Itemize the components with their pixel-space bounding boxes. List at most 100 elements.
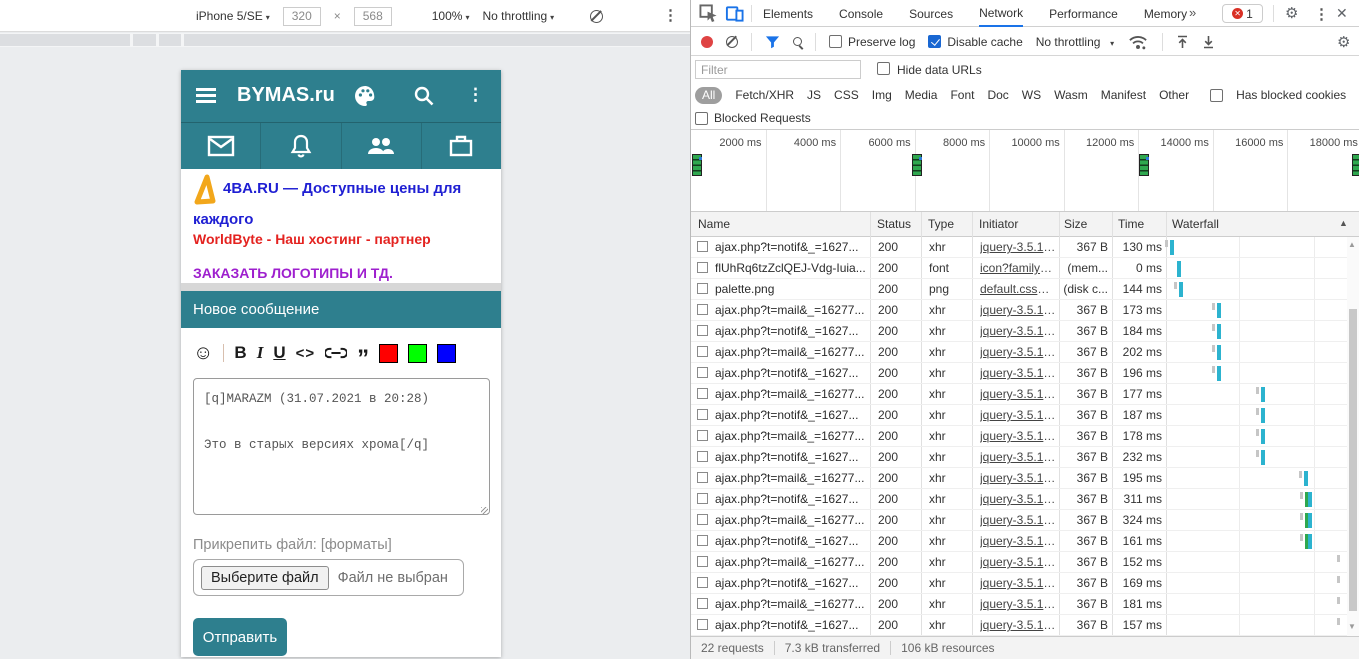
col-waterfall[interactable]: Waterfall: [1172, 217, 1219, 231]
request-name[interactable]: ajax.php?t=notif&_=1627...: [715, 408, 867, 422]
table-row[interactable]: ajax.php?t=notif&_=1627...200xhrjquery-3…: [691, 573, 1347, 594]
row-checkbox[interactable]: [697, 346, 708, 357]
col-time[interactable]: Time: [1118, 217, 1144, 231]
request-initiator-link[interactable]: jquery-3.5.1....: [980, 366, 1056, 380]
filter-pill-doc[interactable]: Doc: [987, 88, 1008, 102]
message-textarea[interactable]: [q]MARAZM (31.07.2021 в 20:28) Это в ста…: [193, 378, 490, 515]
code-button[interactable]: <>: [296, 345, 316, 362]
request-initiator-link[interactable]: jquery-3.5.1....: [980, 303, 1056, 317]
network-overview-timeline[interactable]: 2000 ms4000 ms6000 ms8000 ms10000 ms1200…: [691, 129, 1359, 212]
row-checkbox[interactable]: [697, 304, 708, 315]
row-checkbox[interactable]: [697, 493, 708, 504]
row-checkbox[interactable]: [697, 262, 708, 273]
export-har-icon[interactable]: [1202, 35, 1215, 49]
row-checkbox[interactable]: [697, 241, 708, 252]
table-row[interactable]: ajax.php?t=notif&_=1627...200xhrjquery-3…: [691, 531, 1347, 552]
col-type[interactable]: Type: [928, 217, 954, 231]
request-name[interactable]: ajax.php?t=mail&_=16277...: [715, 387, 867, 401]
menu-icon[interactable]: [196, 88, 216, 104]
device-toolbar-menu-icon[interactable]: ⋮: [663, 6, 678, 24]
ad-order-line[interactable]: ЗАКАЗАТЬ ЛОГОТИПЫ И ТД.: [193, 265, 393, 281]
scroll-up-icon[interactable]: ▲: [1348, 240, 1356, 249]
row-checkbox[interactable]: [697, 388, 708, 399]
request-name[interactable]: flUhRq6tzZclQEJ-Vdg-Iuia...: [715, 261, 867, 275]
preserve-log-checkbox[interactable]: [829, 35, 842, 48]
device-select[interactable]: iPhone 5/SE▾: [196, 9, 270, 23]
disable-cache-checkbox[interactable]: [928, 35, 941, 48]
table-row[interactable]: ajax.php?t=mail&_=16277...200xhrjquery-3…: [691, 342, 1347, 363]
col-name[interactable]: Name: [698, 217, 730, 231]
inspect-icon[interactable]: [699, 4, 718, 23]
blue-color-button[interactable]: [437, 344, 456, 363]
request-name[interactable]: ajax.php?t=mail&_=16277...: [715, 303, 867, 317]
request-name[interactable]: palette.png: [715, 282, 867, 296]
tab-performance[interactable]: Performance: [1049, 0, 1118, 27]
table-row[interactable]: ajax.php?t=mail&_=16277...200xhrjquery-3…: [691, 510, 1347, 531]
ad-block[interactable]: 4BA.RU — Доступные цены для каждого Worl…: [181, 169, 501, 283]
scrollbar-thumb[interactable]: [1349, 309, 1357, 611]
red-color-button[interactable]: [379, 344, 398, 363]
device-toolbar-icon[interactable]: [725, 4, 744, 23]
italic-button[interactable]: I: [257, 343, 264, 363]
request-name[interactable]: ajax.php?t=notif&_=1627...: [715, 450, 867, 464]
send-button[interactable]: Отправить: [193, 618, 287, 656]
request-initiator-link[interactable]: jquery-3.5.1....: [980, 345, 1056, 359]
smiley-icon[interactable]: ☺: [193, 343, 213, 363]
request-name[interactable]: ajax.php?t=notif&_=1627...: [715, 618, 867, 632]
table-row[interactable]: ajax.php?t=notif&_=1627...200xhrjquery-3…: [691, 237, 1347, 258]
request-initiator-link[interactable]: jquery-3.5.1....: [980, 555, 1056, 569]
request-initiator-link[interactable]: jquery-3.5.1....: [980, 408, 1056, 422]
row-checkbox[interactable]: [697, 472, 708, 483]
ad-headline-line1[interactable]: 4BA.RU — Доступные цены для: [223, 180, 461, 197]
request-initiator-link[interactable]: jquery-3.5.1....: [980, 534, 1056, 548]
zoom-select[interactable]: 100%▾: [432, 9, 470, 23]
tab-memory[interactable]: Memory: [1144, 0, 1187, 27]
request-name[interactable]: ajax.php?t=notif&_=1627...: [715, 576, 867, 590]
request-name[interactable]: ajax.php?t=mail&_=16277...: [715, 471, 867, 485]
bold-button[interactable]: B: [234, 343, 246, 363]
filter-pill-img[interactable]: Img: [872, 88, 892, 102]
row-checkbox[interactable]: [697, 325, 708, 336]
col-initiator[interactable]: Initiator: [979, 217, 1018, 231]
quote-button[interactable]: ”: [357, 354, 369, 364]
table-row[interactable]: palette.png200pngdefault.css?v...(disk c…: [691, 279, 1347, 300]
error-badge[interactable]: ✕1: [1222, 4, 1263, 23]
rotate-icon[interactable]: [590, 10, 603, 23]
table-row[interactable]: ajax.php?t=mail&_=16277...200xhrjquery-3…: [691, 300, 1347, 321]
filter-pill-fetchxhr[interactable]: Fetch/XHR: [735, 88, 794, 102]
request-initiator-link[interactable]: jquery-3.5.1....: [980, 324, 1056, 338]
request-name[interactable]: ajax.php?t=notif&_=1627...: [715, 324, 867, 338]
table-row[interactable]: ajax.php?t=notif&_=1627...200xhrjquery-3…: [691, 405, 1347, 426]
request-name[interactable]: ajax.php?t=notif&_=1627...: [715, 240, 867, 254]
import-har-icon[interactable]: [1176, 35, 1189, 49]
network-throttling-select[interactable]: No throttling ▾: [1036, 35, 1114, 49]
request-initiator-link[interactable]: jquery-3.5.1....: [980, 450, 1056, 464]
row-checkbox[interactable]: [697, 577, 708, 588]
textarea-resize-handle[interactable]: [481, 507, 488, 514]
filter-pill-css[interactable]: CSS: [834, 88, 859, 102]
nav-mail-button[interactable]: [181, 123, 261, 169]
filter-funnel-icon[interactable]: [765, 35, 780, 49]
row-checkbox[interactable]: [697, 535, 708, 546]
row-checkbox[interactable]: [697, 556, 708, 567]
request-initiator-link[interactable]: jquery-3.5.1....: [980, 597, 1056, 611]
row-checkbox[interactable]: [697, 430, 708, 441]
request-name[interactable]: ajax.php?t=notif&_=1627...: [715, 492, 867, 506]
filter-pill-media[interactable]: Media: [905, 88, 938, 102]
request-initiator-link[interactable]: jquery-3.5.1....: [980, 429, 1056, 443]
close-icon[interactable]: ✕: [1336, 5, 1348, 22]
request-name[interactable]: ajax.php?t=mail&_=16277...: [715, 513, 867, 527]
tab-network[interactable]: Network: [979, 0, 1023, 27]
request-initiator-link[interactable]: jquery-3.5.1....: [980, 513, 1056, 527]
request-name[interactable]: ajax.php?t=mail&_=16277...: [715, 555, 867, 569]
scroll-down-icon[interactable]: ▼: [1348, 622, 1356, 631]
devtools-menu-icon[interactable]: ⋮: [1314, 5, 1329, 23]
filter-pill-font[interactable]: Font: [950, 88, 974, 102]
table-row[interactable]: ajax.php?t=notif&_=1627...200xhrjquery-3…: [691, 363, 1347, 384]
site-title[interactable]: BYMAS.ru: [237, 84, 335, 107]
search-icon[interactable]: [412, 84, 436, 108]
table-row[interactable]: ajax.php?t=mail&_=16277...200xhrjquery-3…: [691, 552, 1347, 573]
filter-pill-ws[interactable]: WS: [1022, 88, 1041, 102]
request-initiator-link[interactable]: jquery-3.5.1....: [980, 576, 1056, 590]
ad-headline-line2[interactable]: каждого: [193, 211, 253, 228]
